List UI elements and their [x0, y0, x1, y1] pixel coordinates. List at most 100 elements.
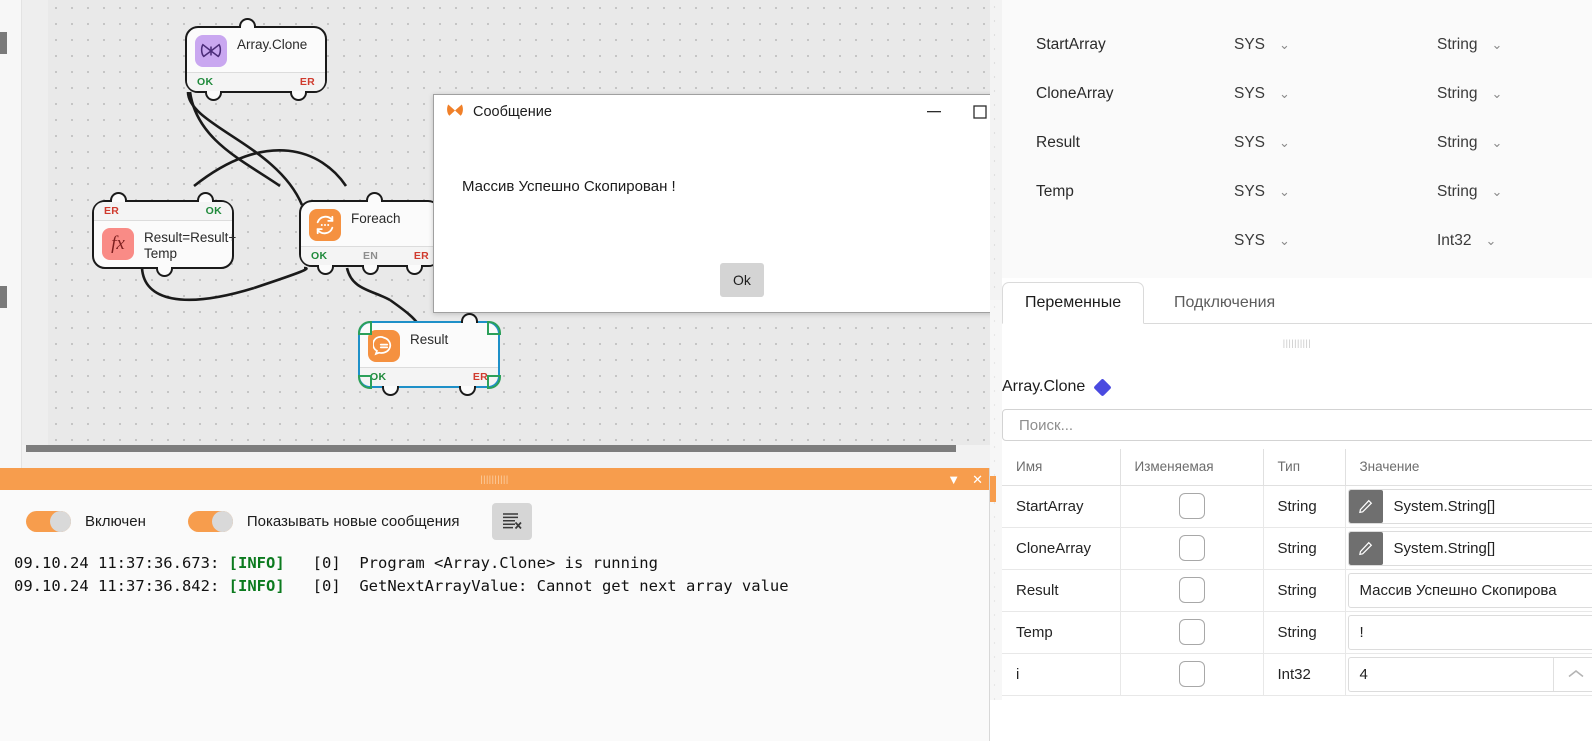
table-row[interactable]: CloneArray String System.String[] — [1002, 527, 1592, 570]
node-ports-bottom: OK ER — [360, 367, 498, 386]
dialog-title: Сообщение — [473, 104, 552, 120]
node-port-in-top[interactable] — [239, 18, 256, 28]
col-header-name[interactable]: Имя — [1002, 449, 1121, 486]
node-port-in-top[interactable] — [366, 192, 383, 202]
log-toolbar: Включен Показывать новые сообщения — [0, 490, 989, 552]
collapse-icon[interactable]: ▼ — [947, 473, 960, 486]
node-port-er-label[interactable]: ER — [473, 371, 488, 383]
spinner-up-icon[interactable] — [1553, 657, 1592, 691]
variable-scope-select[interactable]: SYS ⌄ — [1234, 85, 1290, 103]
mutable-checkbox[interactable] — [1178, 535, 1205, 561]
node-ports-bottom: OK EN ER — [301, 246, 439, 265]
left-scroll-mark-bottom[interactable] — [0, 286, 7, 308]
search-input[interactable] — [1003, 410, 1592, 440]
variable-type-select[interactable]: Int32 ⌄ — [1437, 232, 1496, 250]
mutable-checkbox[interactable] — [1178, 577, 1205, 603]
table-row[interactable]: StartArray String System.String[] — [1002, 485, 1592, 528]
cell-type: String — [1263, 485, 1346, 528]
node-header: Foreach — [301, 202, 439, 246]
cell-name: StartArray — [1002, 485, 1121, 528]
log-enabled-toggle[interactable] — [26, 510, 71, 532]
log-level: [INFO] — [228, 554, 285, 572]
minimize-icon[interactable] — [911, 95, 957, 129]
chevron-down-icon: ⌄ — [1491, 86, 1503, 101]
variable-declaration-row[interactable]: StartArray SYS ⌄ String ⌄ — [1002, 30, 1592, 60]
log-line: 09.10.24 11:37:36.673: [INFO] [0] Progra… — [14, 552, 989, 575]
node-port-er-nub-top[interactable] — [110, 192, 127, 202]
node-port-er-label[interactable]: ER — [300, 76, 315, 88]
node-port-ok-label[interactable]: OK — [311, 250, 327, 262]
variable-declaration-row[interactable]: SYS ⌄ Int32 ⌄ — [1002, 226, 1592, 256]
cell-value[interactable]: System.String[] — [1345, 527, 1592, 570]
chevron-down-icon: ⌄ — [1279, 233, 1290, 248]
cell-mutable — [1120, 485, 1264, 528]
node-port-ok-nub-top[interactable] — [197, 192, 214, 202]
cell-value[interactable]: 4 — [1345, 653, 1592, 696]
clear-log-icon[interactable] — [491, 502, 532, 540]
log-shownew-toggle[interactable] — [187, 510, 233, 532]
chevron-down-icon: ⌄ — [1491, 135, 1503, 150]
chevron-down-icon: ⌄ — [1279, 86, 1290, 101]
col-header-value[interactable]: Значение — [1345, 449, 1592, 486]
dialog-ok-button[interactable]: Ok — [720, 263, 764, 297]
variable-scope-select[interactable]: SYS ⌄ — [1234, 183, 1290, 201]
variable-scope-select[interactable]: SYS ⌄ — [1234, 36, 1290, 54]
cell-value[interactable]: System.String[] — [1345, 485, 1592, 528]
value-text: 4 — [1359, 665, 1368, 683]
program-heading: Array.Clone — [1002, 377, 1112, 397]
value-text: ! — [1359, 623, 1364, 641]
variable-declaration-row[interactable]: Temp SYS ⌄ String ⌄ — [1002, 177, 1592, 207]
node-port-er-label[interactable]: ER — [414, 250, 429, 262]
col-header-mutable[interactable]: Изменяемая — [1120, 449, 1264, 486]
graph-node-result[interactable]: Result OK ER — [357, 313, 501, 396]
node-ports-bottom: OK ER — [187, 72, 325, 91]
mutable-checkbox[interactable] — [1178, 493, 1205, 519]
node-port-ok-label[interactable]: OK — [370, 371, 386, 383]
log-panel-header[interactable]: |||||||||| ▼ ✕ — [0, 468, 989, 490]
drag-grip-icon[interactable]: |||||||||| — [480, 474, 508, 484]
log-message-list[interactable]: 09.10.24 11:37:36.673: [INFO] [0] Progra… — [0, 552, 989, 598]
variable-type-select[interactable]: String ⌄ — [1437, 85, 1502, 103]
log-line: 09.10.24 11:37:36.842: [INFO] [0] GetNex… — [14, 575, 989, 598]
dialog-titlebar[interactable]: Сообщение — [434, 95, 1049, 129]
variable-scope-select[interactable]: SYS ⌄ — [1234, 134, 1290, 152]
variable-declaration-row[interactable]: CloneArray SYS ⌄ String ⌄ — [1002, 79, 1592, 109]
cell-name: CloneArray — [1002, 527, 1121, 570]
edit-pencil-icon[interactable] — [1348, 489, 1383, 523]
canvas-horizontal-scrollbar[interactable] — [22, 445, 990, 452]
node-port-ok-label[interactable]: OK — [206, 205, 222, 217]
mutable-checkbox[interactable] — [1178, 619, 1205, 645]
node-port-en-label[interactable]: EN — [363, 250, 378, 262]
node-header: Array.Clone — [187, 28, 325, 72]
left-scroll-mark-top[interactable] — [0, 32, 7, 54]
search-input-wrapper[interactable] — [1002, 409, 1592, 441]
mutable-checkbox[interactable] — [1178, 661, 1205, 687]
tab-variables[interactable]: Переменные — [1002, 282, 1145, 324]
node-port-ok-label[interactable]: OK — [197, 76, 213, 88]
col-header-type[interactable]: Тип — [1263, 449, 1346, 486]
graph-node-expression[interactable]: ER OK fx Result=Result+ Temp — [92, 192, 236, 277]
loop-icon — [309, 209, 341, 241]
node-port-er-label[interactable]: ER — [104, 205, 119, 217]
variable-scope-select[interactable]: SYS ⌄ — [1234, 232, 1290, 250]
cell-value[interactable]: Массив Успешно Скопирова — [1345, 569, 1592, 612]
cell-value[interactable]: ! — [1345, 611, 1592, 654]
variable-type-select[interactable]: String ⌄ — [1437, 36, 1502, 54]
close-icon[interactable]: ✕ — [972, 473, 983, 486]
tab-connections[interactable]: Подключения — [1152, 282, 1297, 324]
graph-node-array-clone[interactable]: Array.Clone OK ER — [185, 18, 327, 101]
graph-node-foreach[interactable]: Foreach OK EN ER — [299, 192, 441, 275]
table-row[interactable]: Temp String ! — [1002, 611, 1592, 654]
right-panel: StartArray SYS ⌄ String ⌄ CloneArray SYS ⌄ … — [990, 0, 1592, 741]
message-dialog[interactable]: Сообщение Массив Успешно Скопирован ! Ok — [433, 94, 1050, 313]
node-port-in-top[interactable] — [461, 313, 478, 323]
node-ports-top: ER OK — [94, 202, 232, 221]
edit-pencil-icon[interactable] — [1348, 531, 1383, 565]
butterfly-icon — [195, 35, 227, 67]
variable-type-select[interactable]: String ⌄ — [1437, 183, 1502, 201]
table-row[interactable]: Result String Массив Успешно Скопирова — [1002, 569, 1592, 612]
drag-grip-icon[interactable]: |||||||||| — [1002, 338, 1592, 348]
table-row[interactable]: i Int32 4 — [1002, 653, 1592, 696]
variable-type-select[interactable]: String ⌄ — [1437, 134, 1502, 152]
variable-declaration-row[interactable]: Result SYS ⌄ String ⌄ — [1002, 128, 1592, 158]
